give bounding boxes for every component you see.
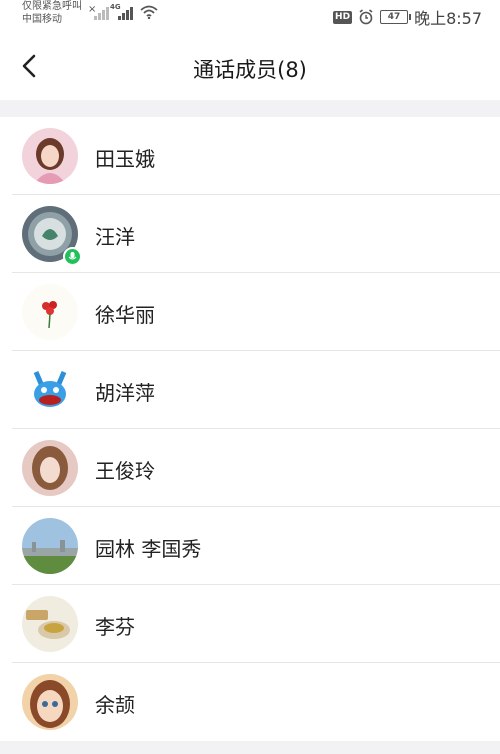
avatar xyxy=(22,674,78,730)
battery-level: 47 xyxy=(387,12,401,22)
avatar xyxy=(22,440,78,496)
member-row[interactable]: 田玉娥 xyxy=(0,117,500,195)
battery-icon: 47 xyxy=(380,10,412,24)
member-name: 园林 李国秀 xyxy=(95,537,202,561)
avatar xyxy=(22,362,78,418)
wifi-icon xyxy=(140,5,158,19)
avatar xyxy=(22,128,78,184)
avatar xyxy=(22,518,78,574)
member-row[interactable]: 园林 李国秀 xyxy=(0,507,500,585)
carrier-emergency-text: 仅限紧急呼叫 xyxy=(22,1,82,12)
carrier-name: 中国移动 xyxy=(22,14,62,25)
bottom-spacer xyxy=(0,741,500,754)
member-name: 李芬 xyxy=(95,615,135,639)
member-row[interactable]: 徐华丽 xyxy=(0,273,500,351)
page-header: 通话成员(8) xyxy=(0,34,500,100)
member-name: 田玉娥 xyxy=(95,147,155,171)
member-row[interactable]: 李芬 xyxy=(0,585,500,663)
member-list: 田玉娥 汪洋 徐华丽 胡洋萍 王俊玲 园林 李国秀 李芬 余颉 xyxy=(0,117,500,741)
member-row[interactable]: 胡洋萍 xyxy=(0,351,500,429)
section-separator xyxy=(0,100,500,117)
status-time: 晚上8:57 xyxy=(414,9,482,28)
status-bar: 仅限紧急呼叫 中国移动 × 4G HD 47 晚上8:57 xyxy=(0,0,500,34)
member-row[interactable]: 王俊玲 xyxy=(0,429,500,507)
hd-icon: HD xyxy=(333,10,353,24)
avatar xyxy=(22,284,78,340)
member-name: 徐华丽 xyxy=(95,303,155,327)
speaking-mic-icon xyxy=(63,247,82,266)
alarm-icon xyxy=(359,9,373,25)
member-name: 王俊玲 xyxy=(95,459,155,483)
carrier-info: 仅限紧急呼叫 中国移动 xyxy=(22,0,82,26)
signal-icon xyxy=(94,6,109,20)
avatar xyxy=(22,596,78,652)
member-row[interactable]: 汪洋 xyxy=(0,195,500,273)
member-name: 胡洋萍 xyxy=(95,381,155,405)
signal-icon-2 xyxy=(118,6,133,20)
page-title: 通话成员(8) xyxy=(193,58,307,82)
member-row[interactable]: 余颉 xyxy=(0,663,500,741)
member-name: 汪洋 xyxy=(95,225,135,249)
member-name: 余颉 xyxy=(95,693,135,717)
